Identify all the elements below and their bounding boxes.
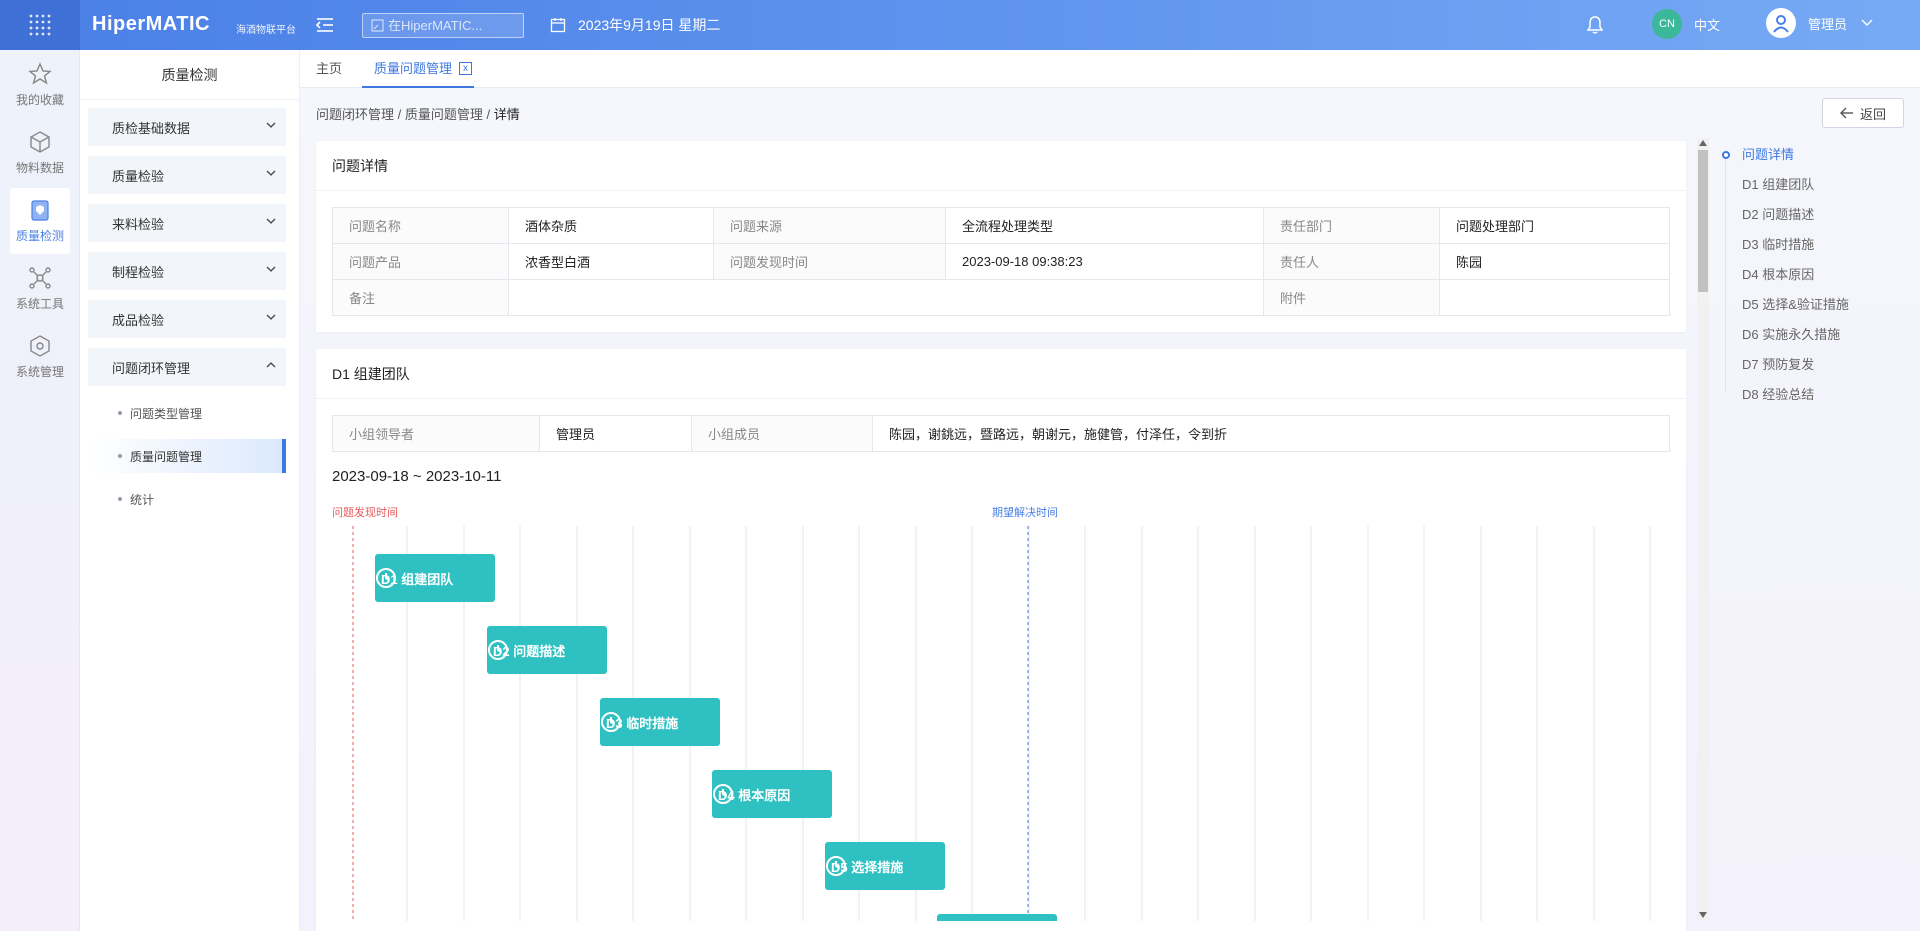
anchor-issue-detail[interactable]: 问题详情 <box>1742 144 1920 163</box>
chevron-down-icon <box>266 218 276 224</box>
calendar-icon <box>550 18 566 33</box>
gantt-task-d6[interactable] <box>937 914 1057 921</box>
menu-group-process-inspection[interactable]: 制程检验 <box>88 252 286 290</box>
anchor-d3[interactable]: D3 临时措施 <box>1742 234 1920 253</box>
language-switch[interactable]: CN 中文 <box>1652 9 1720 39</box>
clock-icon <box>376 568 396 588</box>
anchor-d4[interactable]: D4 根本原因 <box>1742 264 1920 283</box>
anchor-active-dot <box>1722 151 1730 159</box>
section-title: 问题详情 <box>316 141 1686 191</box>
breadcrumb-issue-loop[interactable]: 问题闭环管理 <box>316 107 394 122</box>
rail-item-quality-check[interactable]: 质量检测 <box>10 188 70 254</box>
gantt-task-d2[interactable]: D2 问题描述 <box>487 626 607 674</box>
clock-icon <box>826 856 846 876</box>
cube-icon <box>30 335 50 357</box>
breadcrumb-quality-issue[interactable]: 质量问题管理 <box>405 107 483 122</box>
anchor-d2[interactable]: D2 问题描述 <box>1742 204 1920 223</box>
menu-group-finished-inspection[interactable]: 成品检验 <box>88 300 286 338</box>
page-tabs: 主页 质量问题管理 x <box>300 50 1920 88</box>
chevron-up-icon <box>266 362 276 368</box>
gantt-task-d4[interactable]: D4 根本原因 <box>712 770 832 818</box>
anchor-d5[interactable]: D5 选择&验证措施 <box>1742 294 1920 313</box>
app-grid-icon[interactable] <box>0 0 80 50</box>
rail-item-system-admin[interactable]: 系统管理 <box>10 324 70 390</box>
section-title: D1 组建团队 <box>316 349 1686 399</box>
sub-menu: 质量检测 质检基础数据 质量检验 来料检验 制程检验 成品检验 问题闭环管理 问… <box>80 50 300 931</box>
menu-group-quality-inspection[interactable]: 质量检验 <box>88 156 286 194</box>
rail-item-favorites[interactable]: 我的收藏 <box>10 52 70 118</box>
issue-detail-table: 问题名称 酒体杂质 问题来源 全流程处理类型 责任部门 问题处理部门 问题产品 … <box>332 207 1670 316</box>
gantt-grid <box>352 526 1651 921</box>
scroll-up-icon[interactable] <box>1699 140 1707 146</box>
gantt-task-d5[interactable]: D5 选择措施 <box>825 842 945 890</box>
content-scrollbar[interactable] <box>1697 138 1709 920</box>
close-tab-icon[interactable]: x <box>459 62 473 75</box>
star-icon <box>28 62 52 85</box>
tab-quality-issue[interactable]: 质量问题管理 x <box>362 50 475 88</box>
menu-group-issue-closed-loop[interactable]: 问题闭环管理 <box>88 348 286 386</box>
tab-home[interactable]: 主页 <box>316 50 342 88</box>
anchor-d7[interactable]: D7 预防复发 <box>1742 354 1920 373</box>
top-bar: HiperMATIC 海酒物联平台 2023年9月19日 星期二 CN 中文 管… <box>0 0 1920 50</box>
scroll-thumb[interactable] <box>1698 150 1708 292</box>
back-button[interactable]: 返回 <box>1822 98 1904 128</box>
chevron-down-icon <box>266 314 276 320</box>
menu-collapse-icon[interactable] <box>314 14 336 36</box>
clock-icon <box>601 712 621 732</box>
gantt-task-d3[interactable]: D3 临时措施 <box>600 698 720 746</box>
sub-menu-title: 质量检测 <box>80 50 299 100</box>
search-icon <box>371 19 384 32</box>
gantt-task-d1[interactable]: D1 组建团队 <box>375 554 495 602</box>
anchor-d8[interactable]: D8 经验总结 <box>1742 384 1920 403</box>
box-icon <box>30 131 50 153</box>
breadcrumb: 问题闭环管理 / 质量问题管理 / 详情 <box>316 107 520 122</box>
gantt-chart: 问题发现时间 期望解决时间 D1 组建团队 D2 问题描述 D3 临时措施 D4… <box>332 496 1670 921</box>
arrow-left-icon <box>1839 107 1853 119</box>
left-rail: 我的收藏 物料数据 质量检测 系统工具 系统管理 <box>0 50 80 931</box>
rail-item-material-data[interactable]: 物料数据 <box>10 120 70 186</box>
rail-item-system-tools[interactable]: 系统工具 <box>10 256 70 322</box>
chevron-down-icon <box>266 122 276 128</box>
team-table: 小组领导者 管理员 小组成员 陈园，谢銚远，暨路远，朝谢元，施健管，付泽任，令到… <box>332 415 1670 452</box>
app-logo: HiperMATIC <box>92 13 210 35</box>
user-avatar-icon <box>1766 8 1796 38</box>
user-name: 管理员 <box>1808 16 1848 32</box>
global-search[interactable] <box>362 13 524 38</box>
anchor-d1[interactable]: D1 组建团队 <box>1742 174 1920 193</box>
date-range: 2023-09-18 ~ 2023-10-11 <box>332 468 502 485</box>
menu-item-issue-type[interactable]: 问题类型管理 <box>88 396 286 430</box>
language-badge: CN <box>1652 9 1682 39</box>
current-date: 2023年9月19日 星期二 <box>550 15 720 35</box>
chevron-down-icon <box>266 170 276 176</box>
nodes-icon <box>29 267 51 289</box>
menu-group-incoming-inspection[interactable]: 来料检验 <box>88 204 286 242</box>
scroll-down-icon[interactable] <box>1699 912 1707 918</box>
language-label: 中文 <box>1694 17 1721 33</box>
clock-icon <box>713 784 733 804</box>
menu-item-statistics[interactable]: 统计 <box>88 482 286 516</box>
chevron-down-icon <box>266 266 276 272</box>
search-input[interactable] <box>388 18 518 33</box>
app-logo-subtitle: 海酒物联平台 <box>236 25 296 36</box>
clock-icon <box>488 640 508 660</box>
menu-item-quality-issue[interactable]: 质量问题管理 <box>88 439 286 473</box>
date-text: 2023年9月19日 星期二 <box>578 17 721 33</box>
chevron-down-icon <box>1861 19 1873 26</box>
anchor-d6[interactable]: D6 实施永久措施 <box>1742 324 1920 343</box>
breadcrumb-detail: 详情 <box>493 107 520 122</box>
found-time-label: 问题发现时间 <box>332 507 398 519</box>
user-menu[interactable]: 管理员 <box>1766 8 1873 38</box>
menu-group-basic-data[interactable]: 质检基础数据 <box>88 108 286 146</box>
shield-doc-icon <box>31 200 49 221</box>
expected-time-label: 期望解决时间 <box>992 507 1058 519</box>
notification-bell-icon[interactable] <box>1586 15 1604 38</box>
